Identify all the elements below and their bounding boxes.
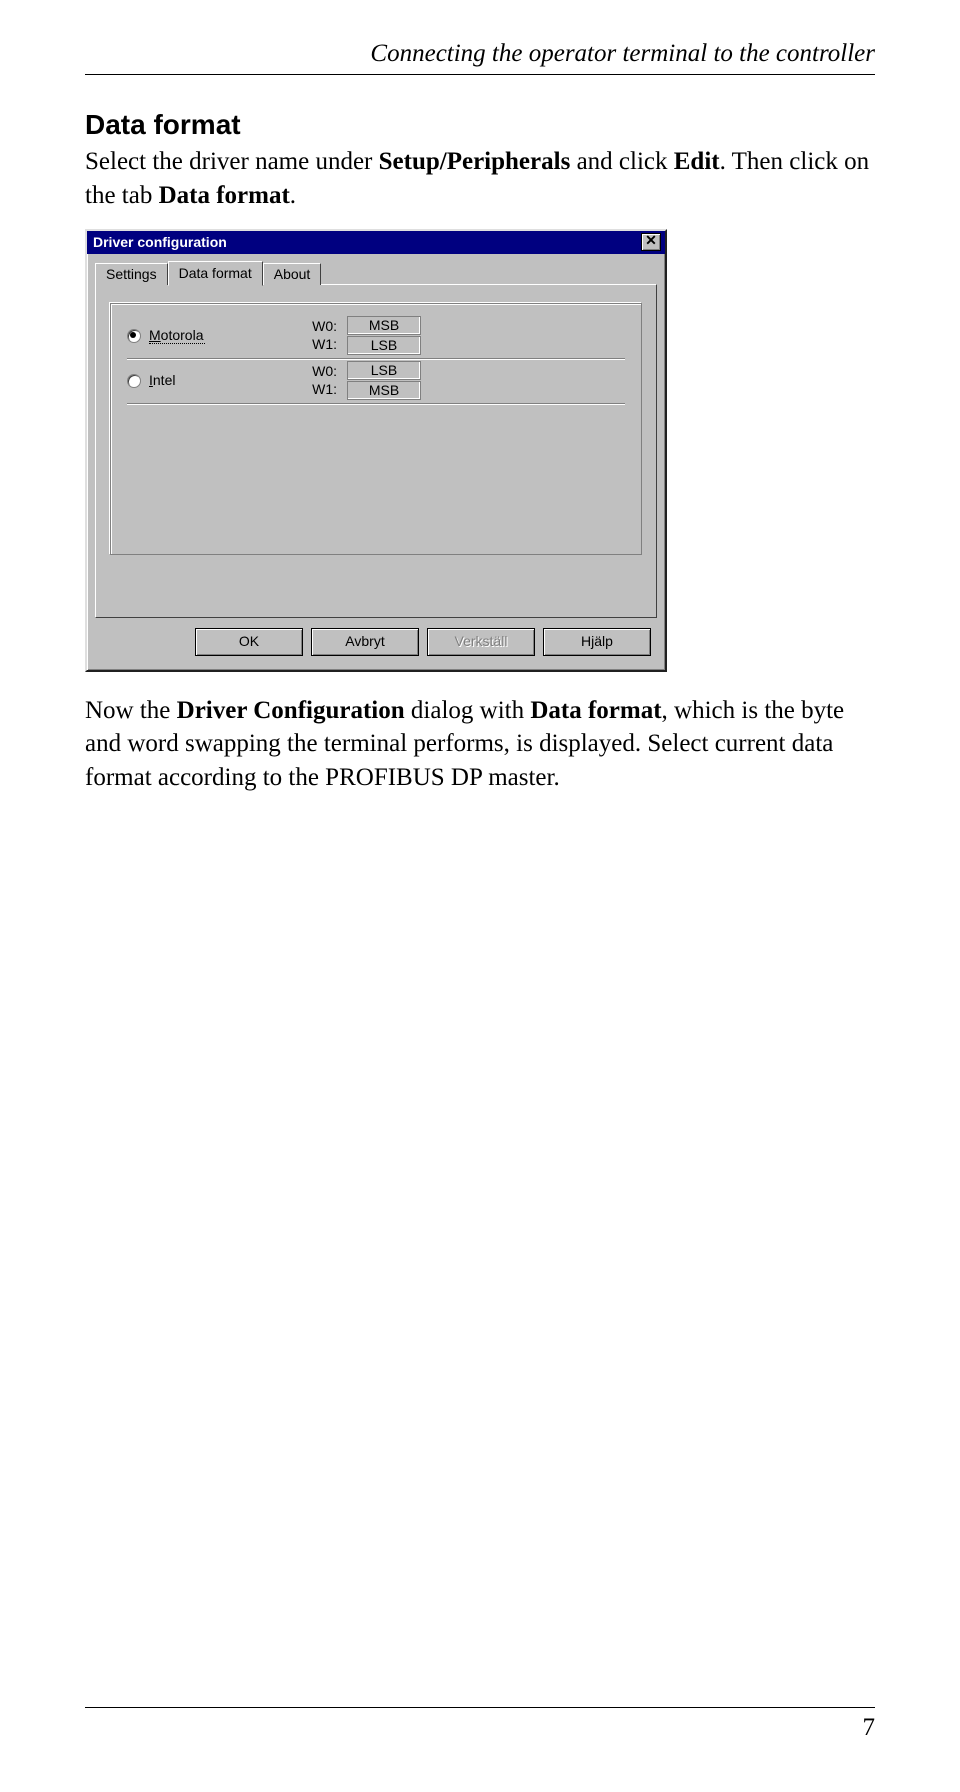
running-title: Connecting the operator terminal to the … — [85, 40, 875, 75]
tab-data-format[interactable]: Data format — [168, 261, 263, 286]
word-values: MSB LSB — [347, 315, 421, 356]
radio-motorola[interactable]: Motorola — [127, 327, 277, 344]
w0-label: W0: — [277, 318, 337, 336]
text: and click — [570, 148, 673, 175]
word-labels: W0: W1: — [277, 318, 347, 354]
close-icon[interactable]: ✕ — [641, 233, 661, 251]
byte-order-group: Motorola W0: W1: MSB LSB Intel — [110, 303, 642, 555]
tab-strip: Settings Data format About — [95, 260, 657, 285]
text-bold: Data format — [530, 697, 661, 724]
radio-label: Motorola — [149, 327, 205, 344]
w0-value: MSB — [347, 316, 421, 335]
tab-page-data-format: Motorola W0: W1: MSB LSB Intel — [95, 284, 657, 618]
dialog-title: Driver configuration — [93, 234, 227, 250]
page-number: 7 — [863, 1714, 876, 1741]
word-labels: W0: W1: — [277, 363, 347, 399]
section-heading: Data format — [85, 109, 875, 141]
text-bold: Edit — [674, 148, 720, 175]
paragraph-after: Now the Driver Configuration dialog with… — [85, 694, 875, 795]
text-bold: Setup/Peripherals — [379, 148, 571, 175]
w1-label: W1: — [277, 336, 337, 354]
text: dialog with — [405, 697, 531, 724]
driver-config-dialog: Driver configuration ✕ Settings Data for… — [85, 229, 667, 672]
page-footer: 7 — [85, 1707, 875, 1742]
radio-icon — [127, 374, 141, 388]
radio-label: Intel — [149, 372, 175, 389]
w1-value: MSB — [347, 381, 421, 400]
radio-intel[interactable]: Intel — [127, 372, 277, 389]
dialog-button-row: OK Avbryt Verkställ Hjälp — [95, 618, 657, 660]
word-values: LSB MSB — [347, 360, 421, 401]
w0-label: W0: — [277, 363, 337, 381]
text-bold: Data format — [159, 182, 290, 209]
cancel-button[interactable]: Avbryt — [311, 628, 419, 656]
tab-about[interactable]: About — [263, 263, 322, 285]
text-bold: Driver Configuration — [177, 697, 405, 724]
text: Now the — [85, 697, 177, 724]
option-intel-row: Intel W0: W1: LSB MSB — [127, 359, 625, 404]
w1-value: LSB — [347, 336, 421, 355]
radio-icon — [127, 329, 141, 343]
paragraph-intro: Select the driver name under Setup/Perip… — [85, 145, 875, 213]
text: Select the driver name under — [85, 148, 379, 175]
ok-button[interactable]: OK — [195, 628, 303, 656]
option-motorola-row: Motorola W0: W1: MSB LSB — [127, 314, 625, 359]
dialog-titlebar[interactable]: Driver configuration ✕ — [87, 231, 665, 254]
text: . — [290, 182, 296, 209]
tab-settings[interactable]: Settings — [95, 263, 168, 285]
w1-label: W1: — [277, 381, 337, 399]
help-button[interactable]: Hjälp — [543, 628, 651, 656]
apply-button: Verkställ — [427, 628, 535, 656]
w0-value: LSB — [347, 361, 421, 380]
